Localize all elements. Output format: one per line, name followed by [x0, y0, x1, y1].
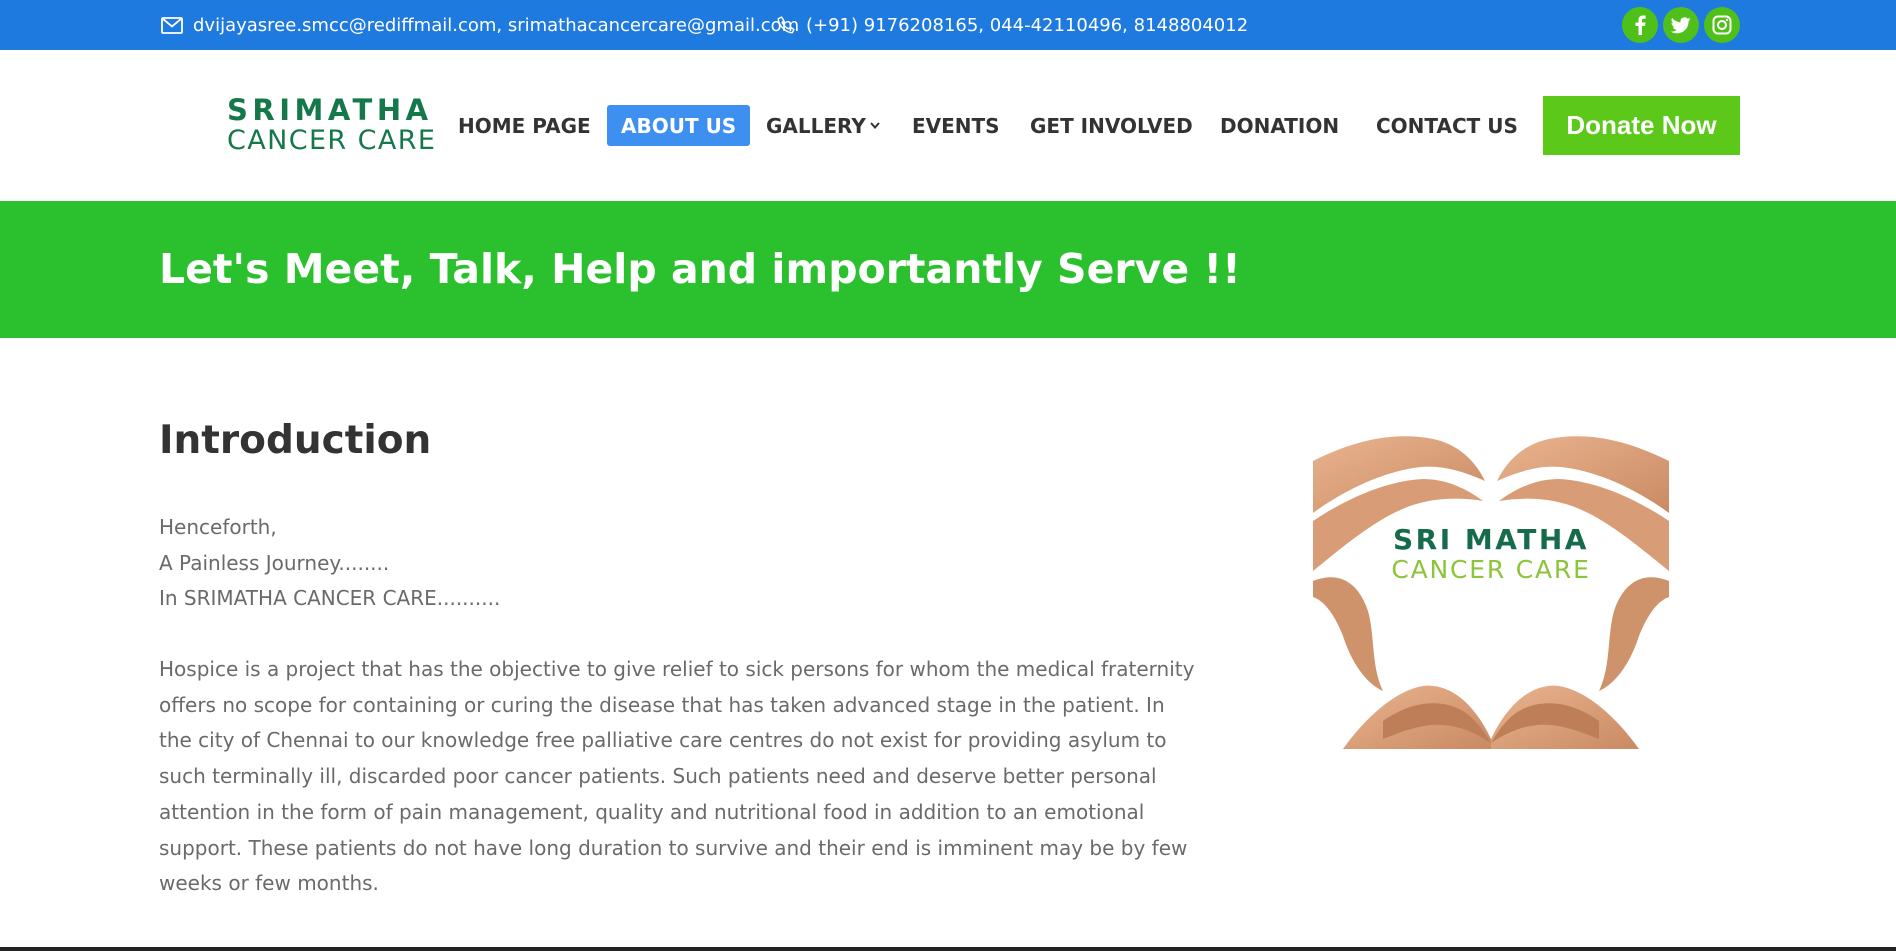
site-logo[interactable]: SRIMATHA CANCER CARE [227, 93, 437, 156]
nav-donation[interactable]: DONATION [1206, 105, 1353, 146]
image-caption-line-2: CANCER CARE [1391, 555, 1591, 584]
nav-gallery-label: GALLERY [766, 113, 866, 138]
nav-events[interactable]: EVENTS [898, 105, 1014, 146]
intro-line: Henceforth, [159, 515, 277, 539]
email-contact[interactable]: dvijayasree.smcc@rediffmail.com, srimath… [161, 0, 799, 50]
donate-now-button[interactable]: Donate Now [1543, 96, 1740, 155]
phone-text: (+91) 9176208165, 044-42110496, 81488040… [806, 14, 1249, 36]
phone-contact[interactable]: (+91) 9176208165, 044-42110496, 81488040… [776, 0, 1248, 50]
nav-gallery[interactable]: GALLERY [752, 105, 894, 146]
nav-contact-us[interactable]: CONTACT US [1362, 105, 1532, 146]
intro-lines: Henceforth, A Painless Journey........ I… [159, 510, 500, 617]
banner-title: Let's Meet, Talk, Help and importantly S… [159, 245, 1241, 293]
heart-hands-image: SRI MATHA CANCER CARE [1313, 421, 1669, 749]
instagram-glyph [1712, 15, 1732, 35]
chevron-down-icon [870, 122, 880, 129]
nav-home-page[interactable]: HOME PAGE [444, 105, 605, 146]
top-contact-bar: dvijayasree.smcc@rediffmail.com, srimath… [0, 0, 1896, 50]
introduction-heading: Introduction [159, 418, 432, 463]
image-caption: SRI MATHA CANCER CARE [1313, 523, 1669, 584]
image-caption-line-1: SRI MATHA [1393, 523, 1589, 556]
facebook-glyph [1635, 15, 1646, 35]
phone-icon [777, 16, 795, 34]
email-text: dvijayasree.smcc@rediffmail.com, srimath… [193, 14, 800, 36]
page-banner: Let's Meet, Talk, Help and importantly S… [0, 201, 1896, 338]
intro-paragraph: Hospice is a project that has the object… [159, 657, 1195, 896]
intro-line: In SRIMATHA CANCER CARE.......... [159, 586, 501, 611]
twitter-glyph [1671, 16, 1691, 33]
intro-line: A Painless Journey........ [159, 550, 390, 575]
nav-about-us[interactable]: ABOUT US [607, 105, 751, 146]
logo-line-2: CANCER CARE [227, 125, 437, 156]
instagram-icon[interactable] [1704, 7, 1740, 43]
heart-hands-illustration [1313, 436, 1669, 749]
twitter-icon[interactable] [1663, 7, 1699, 43]
logo-line-1: SRIMATHA [227, 93, 433, 127]
nav-get-involved[interactable]: GET INVOLVED [1016, 105, 1207, 146]
envelope-icon [161, 16, 183, 34]
site-header: SRIMATHA CANCER CARE HOME PAGE ABOUT US … [0, 50, 1896, 201]
footer-divider [0, 947, 1896, 951]
facebook-icon[interactable] [1622, 7, 1658, 43]
